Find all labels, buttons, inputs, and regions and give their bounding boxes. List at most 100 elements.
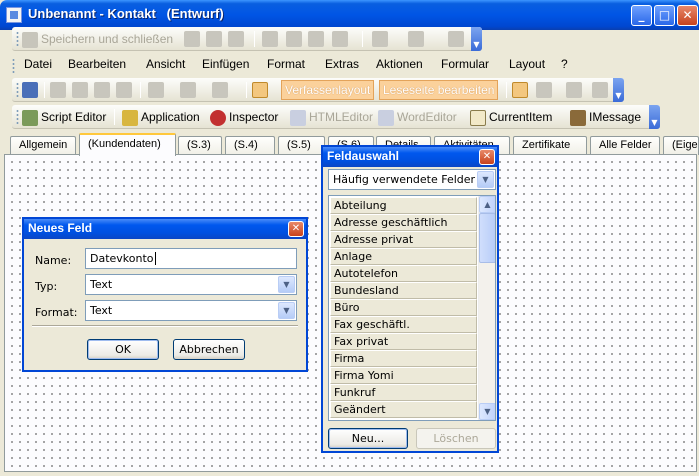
actions-icon[interactable] [332,31,348,47]
toolbar-separator [44,82,45,98]
category-icon[interactable] [286,31,302,47]
menu-formular[interactable]: Formular [441,57,489,71]
field-format-select[interactable]: Text ▼ [85,300,297,321]
scroll-thumb[interactable] [479,213,495,263]
tab-alle-felder[interactable]: Alle Felder [590,136,660,155]
field-category-select[interactable]: Häufig verwendete Felder ▼ [328,169,496,190]
field-item-firma-yomi[interactable]: Firma Yomi [330,367,477,384]
window-titlebar: Unbenannt - Kontakt (Entwurf) _ □ ✕ [0,0,699,30]
toolbar-overflow-chevron[interactable]: ▼ [613,78,624,102]
ungroup-icon[interactable] [116,82,132,98]
tab-eigenschaften[interactable]: (Eigenschaften) [663,136,699,155]
chevron-down-icon[interactable]: ▼ [477,171,494,188]
field-item-adresse-geschaeftlich[interactable]: Adresse geschäftlich [330,214,477,231]
tab-s5[interactable]: (S.5) [278,136,325,155]
word-editor-button[interactable]: WordEditor [378,108,457,126]
toolbar-grip[interactable] [16,82,19,98]
field-item-abteilung[interactable]: Abteilung [330,197,477,214]
imessage-button[interactable]: IMessage [570,108,641,126]
field-item-geaendert[interactable]: Geändert [330,401,477,418]
field-item-bundesland[interactable]: Bundesland [330,282,477,299]
new-field-close-button[interactable]: ✕ [288,221,304,237]
align-center-icon[interactable] [180,82,196,98]
tab-allgemein[interactable]: Allgemein [10,136,76,155]
field-list-scrollbar[interactable]: ▲ ▼ [478,196,495,420]
name-label: Name: [35,254,72,267]
menu-layout[interactable]: Layout [509,57,545,71]
attach-icon[interactable] [228,31,244,47]
edit-read-page-button[interactable]: Leseseite bearbeiten [379,80,499,100]
field-chooser-close-button[interactable]: ✕ [479,149,495,165]
field-item-fax-privat[interactable]: Fax privat [330,333,477,350]
ok-button[interactable]: OK [87,339,159,360]
current-item-button[interactable]: CurrentItem [470,108,552,126]
menu-extras[interactable]: Extras [325,57,359,71]
delete-icon[interactable] [308,31,324,47]
view-code-icon[interactable] [592,82,608,98]
make-same-size-icon[interactable] [212,82,228,98]
minimize-button[interactable]: _ [631,5,652,26]
menu-ansicht[interactable]: Ansicht [146,57,185,71]
snap-to-grid-icon[interactable] [252,82,268,98]
save-close-button[interactable]: Speichern und schließen [22,30,173,48]
next-item-icon[interactable] [408,31,424,47]
control-toolbox-icon[interactable] [536,82,552,98]
field-item-fax-geschaeftlich[interactable]: Fax geschäftl. [330,316,477,333]
html-editor-button[interactable]: HTMLEditor [290,108,373,126]
toolbar-overflow-chevron[interactable]: ▼ [649,105,660,129]
compose-layout-button[interactable]: Verfassenlayout [281,80,375,100]
tab-kundendaten[interactable]: (Kundendaten) [79,133,176,156]
flag-icon[interactable] [262,31,278,47]
field-item-anlage[interactable]: Anlage [330,248,477,265]
align-left-icon[interactable] [148,82,164,98]
menu-einfuegen[interactable]: Einfügen [202,57,249,71]
toolbar-separator [114,109,115,125]
previous-item-icon[interactable] [372,31,388,47]
field-item-firma[interactable]: Firma [330,350,477,367]
toolbar-grip[interactable] [16,31,19,47]
toolbar-separator [362,31,363,47]
scroll-down-icon[interactable]: ▼ [479,403,495,420]
field-chooser-icon[interactable] [512,82,528,98]
chevron-down-icon[interactable]: ▼ [278,276,295,293]
maximize-button[interactable]: □ [654,5,675,26]
menu-format[interactable]: Format [267,57,305,71]
field-name-input[interactable]: Datevkonto [85,248,297,269]
scroll-up-icon[interactable]: ▲ [479,196,495,213]
field-item-buero[interactable]: Büro [330,299,477,316]
group-icon[interactable] [94,82,110,98]
menu-aktionen[interactable]: Aktionen [376,57,423,71]
delete-field-button[interactable]: Löschen [416,428,496,449]
print-icon[interactable] [206,31,222,47]
publish-form-icon[interactable] [22,82,38,98]
bring-to-front-icon[interactable] [50,82,66,98]
send-to-back-icon[interactable] [72,82,88,98]
text-caret [154,252,156,265]
script-editor-button[interactable]: Script Editor [22,108,106,126]
inspector-button[interactable]: Inspector [210,108,278,126]
tab-s4[interactable]: (S.4) [225,136,275,155]
script-icon [22,109,38,126]
menu-datei[interactable]: Datei [24,57,52,71]
field-type-select[interactable]: Text ▼ [85,274,297,295]
field-item-adresse-privat[interactable]: Adresse privat [330,231,477,248]
menu-grip[interactable] [12,58,15,74]
address-book-icon[interactable] [448,31,464,47]
properties-icon[interactable] [566,82,582,98]
field-item-autotelefon[interactable]: Autotelefon [330,265,477,282]
field-item-funkruf[interactable]: Funkruf [330,384,477,401]
field-type-value: Text [90,278,113,291]
save-small-icon[interactable] [184,31,200,47]
new-field-button[interactable]: Neu... [328,428,408,449]
form-design-toolbar: Verfassenlayout Leseseite bearbeiten ▼ [12,78,624,102]
chevron-down-icon[interactable]: ▼ [278,302,295,319]
application-button[interactable]: Application [122,108,200,126]
tab-zertifikate[interactable]: Zertifikate [513,136,587,155]
cancel-button[interactable]: Abbrechen [173,339,245,360]
toolbar-overflow-chevron[interactable]: ▼ [471,27,482,51]
tab-s3[interactable]: (S.3) [178,136,222,155]
menu-help[interactable]: ? [561,57,568,71]
close-button[interactable]: ✕ [677,5,698,26]
menu-bearbeiten[interactable]: Bearbeiten [68,57,126,71]
toolbar-grip[interactable] [16,109,19,125]
